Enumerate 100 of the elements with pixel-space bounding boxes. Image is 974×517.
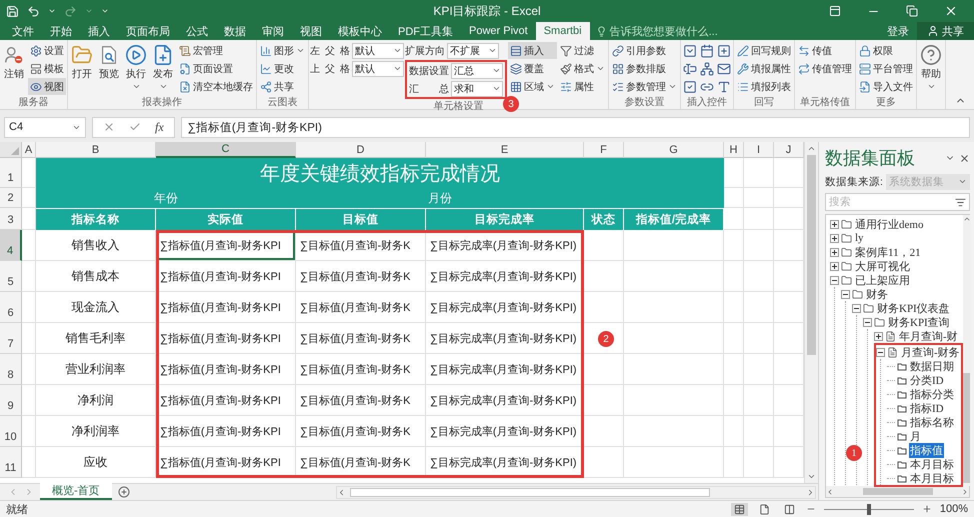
close-icon[interactable] [944, 4, 958, 18]
filter-icon[interactable] [955, 196, 966, 208]
table-cell[interactable]: ∑目标值(月查询-财务K [296, 230, 426, 261]
customize-caret-icon[interactable] [101, 7, 109, 15]
ribbon-tab[interactable]: 模板中心 [330, 22, 390, 40]
row-header[interactable]: 10 [0, 416, 22, 447]
expand-toggle-icon[interactable] [830, 220, 839, 228]
ribbon-tab[interactable]: Smartbi [536, 22, 590, 40]
column-header[interactable]: G [624, 142, 724, 158]
scroll-left-icon[interactable] [337, 488, 346, 496]
ribbon-button[interactable]: 引用参数 [610, 42, 679, 59]
collapse-toggle-icon[interactable] [841, 290, 850, 298]
ribbon-button[interactable]: 格式 [558, 60, 607, 77]
dropdown-field[interactable]: 默认 [352, 60, 404, 76]
tree-item[interactable]: 财务KPI查询 [887, 314, 951, 330]
select-all-icon[interactable] [11, 147, 19, 155]
table-cell[interactable]: ∑指标值(月查询-财务KPI [156, 385, 296, 416]
ribbon-tab[interactable]: 插入 [80, 22, 118, 40]
ribbon-button[interactable]: 填报属性 [735, 60, 793, 77]
ribbon-tab[interactable]: 页面布局 [118, 22, 178, 40]
collapse-toggle-icon[interactable] [876, 348, 885, 356]
tree-item[interactable]: 指标分类 [909, 386, 955, 402]
row-header[interactable]: 2 [0, 188, 22, 208]
tree-item[interactable]: 月 [909, 428, 922, 444]
view-button[interactable] [730, 502, 748, 516]
row-header[interactable]: 3 [0, 208, 22, 230]
ribbon-button[interactable]: 传值 [796, 42, 854, 59]
ribbon-button[interactable]: 发布 [150, 42, 176, 94]
tree-item[interactable]: 指标ID [909, 400, 945, 416]
row-header[interactable]: 8 [0, 354, 22, 385]
scrollbar-thumb[interactable] [350, 488, 710, 496]
column-header[interactable]: J [774, 142, 804, 158]
column-header[interactable]: I [744, 142, 774, 158]
ribbon-button[interactable]: 区域 [508, 78, 557, 95]
tree-item[interactable]: 指标名称 [909, 414, 955, 430]
table-cell[interactable]: ∑指标值(月查询-财务KPI [156, 354, 296, 385]
expand-toggle-icon[interactable] [874, 332, 883, 340]
dropdown-field[interactable]: 默认 [352, 42, 404, 58]
restore-icon[interactable] [906, 5, 918, 17]
ribbon-button[interactable]: 页面设置 [177, 60, 255, 77]
ribbon-button[interactable]: 帮助 [918, 42, 944, 94]
ribbon-button[interactable]: 导入文件 [857, 78, 915, 95]
dropdown-field[interactable]: 求和 [451, 80, 503, 96]
scrollbar-thumb[interactable] [807, 155, 816, 355]
scroll-right-icon[interactable] [806, 488, 815, 496]
table-cell[interactable]: ∑目标值(月查询-财务K [296, 354, 426, 385]
tree-item[interactable]: 分类ID [909, 372, 945, 388]
undo-icon[interactable] [27, 4, 40, 18]
ribbon-button[interactable]: 权限 [857, 42, 915, 59]
tell-me-field[interactable]: 告诉我您想要做什么... [610, 24, 718, 38]
ribbon-button[interactable]: 平台管理 [857, 60, 915, 77]
scrollbar-thumb[interactable] [862, 488, 932, 495]
scroll-up-icon[interactable] [962, 215, 971, 223]
column-header[interactable]: E [426, 142, 584, 158]
tree-item[interactable]: 案例库11，21 [854, 244, 922, 260]
redo-icon[interactable] [64, 4, 77, 18]
column-header[interactable]: B [36, 142, 156, 158]
save-icon[interactable] [6, 4, 19, 18]
tree-item[interactable]: 本月目标 [909, 456, 955, 472]
tree-item[interactable]: 本月目标 [909, 470, 955, 486]
tree-item[interactable]: 年月查询-财 [898, 328, 959, 344]
sheet-tab[interactable]: 概览-首页 [40, 483, 112, 500]
zoom-in-icon[interactable] [922, 504, 932, 514]
slider-thumb[interactable] [866, 504, 871, 514]
table-cell[interactable]: ∑目标值(月查询-财务K [296, 323, 426, 354]
ribbon-button[interactable]: 注销 [1, 42, 27, 94]
scroll-right-icon[interactable] [961, 488, 969, 496]
ribbon-button[interactable]: 回写规则 [735, 42, 793, 59]
ribbon-button[interactable]: 共享 [258, 78, 307, 95]
ribbon-button[interactable]: 执行 [123, 42, 149, 94]
collapse-toggle-icon[interactable] [852, 304, 861, 312]
row-header[interactable]: 7 [0, 323, 22, 354]
cancel-icon[interactable] [103, 121, 115, 133]
ribbon-display-icon[interactable] [829, 5, 841, 17]
ribbon-button[interactable]: 参数排版 [610, 60, 679, 77]
row-header[interactable]: 5 [0, 261, 22, 292]
ribbon-button[interactable]: 图形 [258, 42, 307, 59]
table-cell[interactable]: ∑目标值(月查询-财务K [296, 416, 426, 447]
expand-toggle-icon[interactable] [830, 248, 839, 256]
row-header[interactable]: 4 [0, 230, 22, 261]
share-button[interactable]: 共享 [917, 22, 974, 40]
row-header[interactable]: 11 [0, 447, 22, 478]
tree-item[interactable]: 指标值 [909, 442, 944, 458]
ribbon-button[interactable]: 参数管理 [610, 78, 679, 95]
row-header[interactable]: 9 [0, 385, 22, 416]
column-header[interactable]: A [22, 142, 36, 158]
tree-item[interactable]: 财务 [865, 286, 889, 302]
collapse-toggle-icon[interactable] [830, 276, 839, 284]
table-cell[interactable]: ∑指标值(月查询-财务KPI [156, 261, 296, 292]
ribbon-button[interactable]: 宏管理 [177, 42, 255, 59]
caret-icon[interactable] [85, 7, 93, 15]
ribbon-tab[interactable]: 视图 [292, 22, 330, 40]
ribbon-tab[interactable]: 审阅 [254, 22, 292, 40]
dropdown-field[interactable]: 汇总 [451, 62, 503, 78]
ribbon-button[interactable]: 覆盖 [508, 60, 557, 77]
ribbon-button[interactable]: 视图 [28, 78, 66, 95]
column-header[interactable]: H [724, 142, 744, 158]
ribbon-tab[interactable]: 文件 [4, 22, 42, 40]
insert-function-button[interactable]: fx [155, 120, 164, 134]
ribbon-button[interactable]: 模板 [28, 60, 66, 77]
